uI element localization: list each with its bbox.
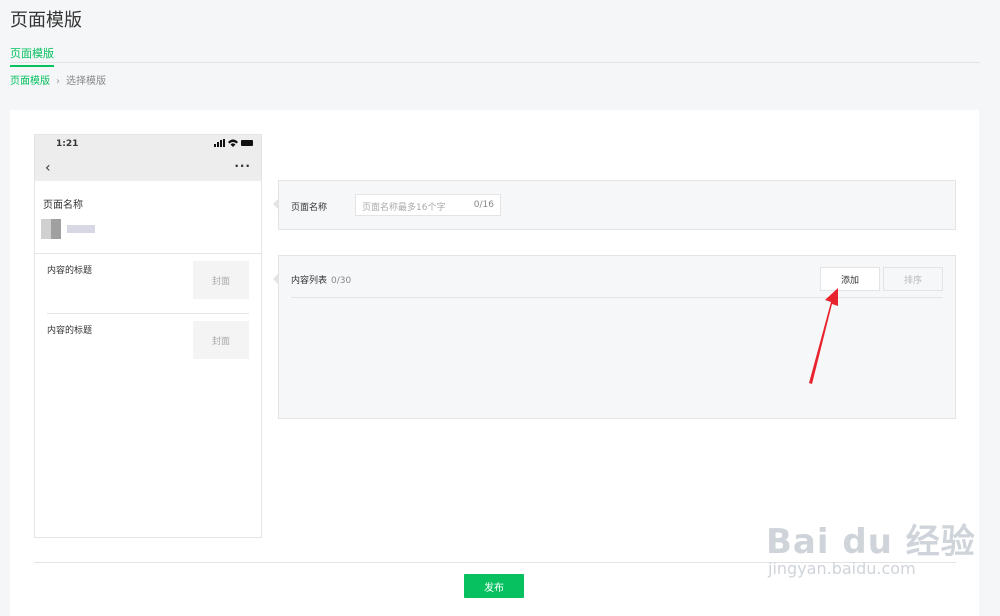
phone-status-bar: 1:21: [35, 135, 261, 155]
avatar: [41, 219, 61, 239]
page-title: 页面模版: [10, 10, 82, 31]
tab-bar: 页面模版: [10, 42, 980, 67]
breadcrumb-parent-link[interactable]: 页面模版: [10, 76, 50, 87]
breadcrumb: 页面模版 › 选择模版: [10, 72, 106, 87]
publish-button[interactable]: 发布: [464, 574, 524, 598]
page-name-label: 页面名称: [291, 203, 328, 213]
signal-icon: [214, 139, 225, 147]
list-item: 内容的标题 封面: [47, 255, 249, 314]
content-count: 0/30: [331, 276, 352, 286]
content-list-label: 内容列表 0/30: [291, 276, 352, 286]
account-name-placeholder: [67, 225, 95, 233]
char-counter: 0/16: [473, 200, 494, 210]
content-list-panel: 内容列表 0/30 添加 排序: [273, 255, 956, 419]
phone-preview: 1:21 ‹ ··· 页面名称 内容的标题 封面 内容的标题 封面: [34, 134, 262, 538]
item-title: 内容的标题: [47, 326, 93, 336]
breadcrumb-current: 选择模版: [66, 76, 106, 87]
battery-icon: [241, 140, 253, 146]
add-button[interactable]: 添加: [820, 267, 880, 291]
page-name-panel: 页面名称 页面名称最多16个字 0/16: [273, 180, 956, 230]
phone-page-header: 页面名称: [35, 181, 261, 254]
sort-button[interactable]: 排序: [883, 267, 943, 291]
page-name-input[interactable]: 页面名称最多16个字 0/16: [355, 194, 501, 216]
cover-thumbnail: 封面: [193, 261, 249, 299]
page-name-placeholder: 页面名称最多16个字: [362, 203, 446, 213]
divider: [291, 297, 943, 298]
cover-thumbnail: 封面: [193, 321, 249, 359]
wifi-icon: [228, 139, 238, 147]
phone-page-name: 页面名称: [43, 200, 83, 211]
tab-page-template[interactable]: 页面模版: [10, 45, 54, 67]
item-title: 内容的标题: [47, 266, 93, 276]
pointer-arrow: [273, 273, 279, 285]
pointer-arrow: [273, 198, 279, 210]
chevron-right-icon: ›: [56, 76, 60, 87]
more-icon: ···: [234, 159, 251, 173]
list-item: 内容的标题 封面: [47, 315, 249, 373]
baidu-watermark: Bai du 经验 jingyan.baidu.com: [766, 514, 976, 578]
phone-nav-bar: ‹ ···: [35, 155, 261, 181]
watermark-logo-text: Bai du 经验: [766, 522, 976, 562]
status-time: 1:21: [56, 139, 79, 149]
back-chevron-icon: ‹: [45, 160, 51, 176]
